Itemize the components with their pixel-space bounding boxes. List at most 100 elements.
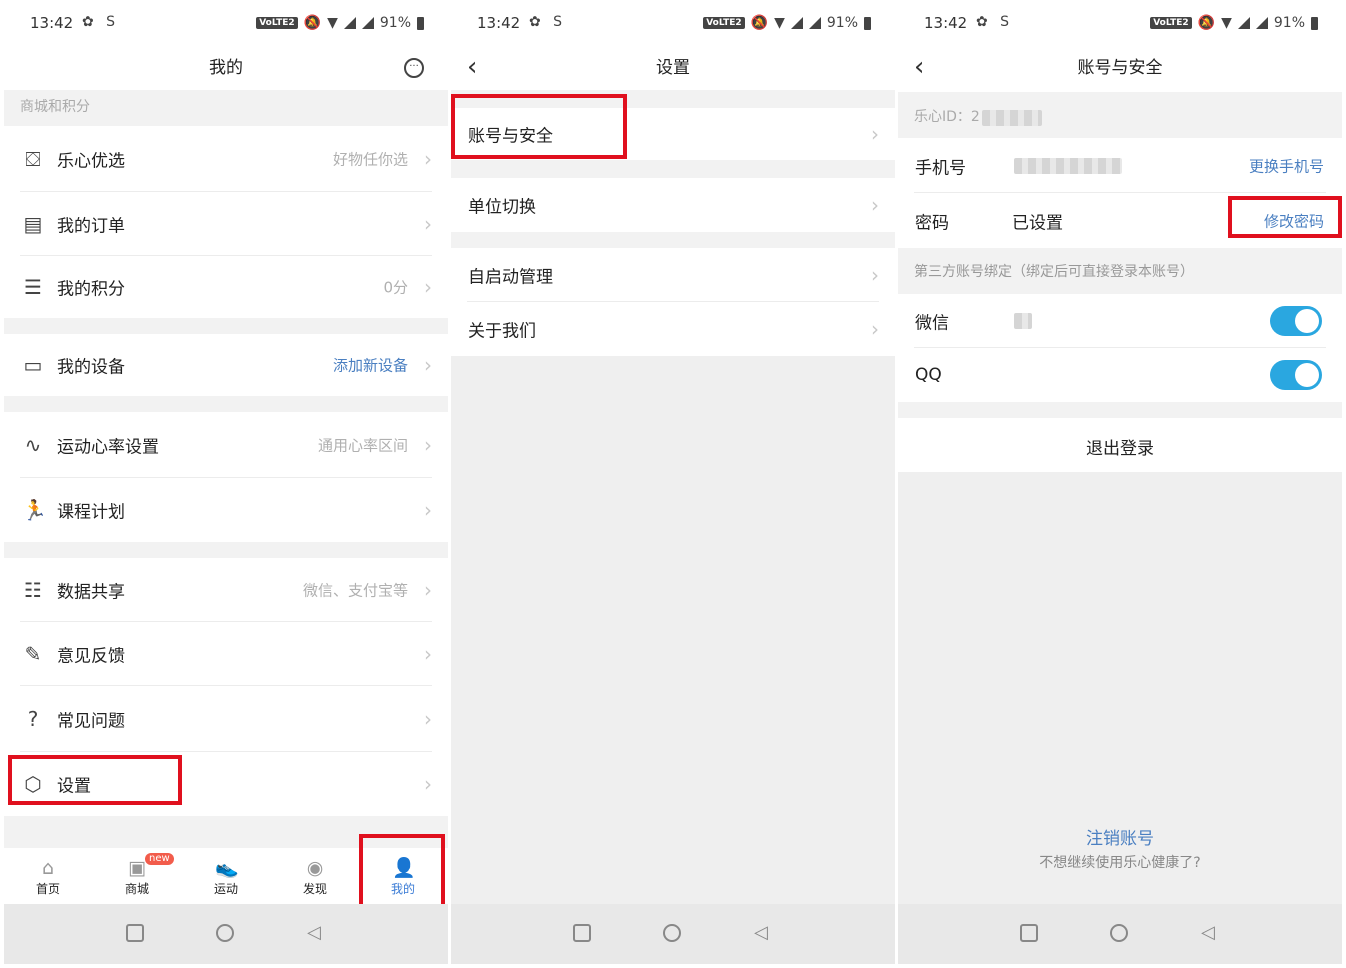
chevron-right-icon: › [424,353,432,377]
password-status: 已设置 [1012,213,1063,233]
section-label: 商城和积分 [20,99,90,115]
settings-item-label: 关于我们 [468,321,536,342]
device-icon: ▭ [23,353,43,377]
chevron-right-icon: › [871,122,879,146]
menu-item-label: 我的设备 [57,357,125,378]
chevron-right-icon: › [424,147,432,171]
mute-icon: 🔕 [303,15,322,31]
coins-icon: ☰ [24,275,42,299]
tab-sport[interactable]: 👟 运动 [182,848,270,904]
compass-icon: ◉ [306,857,324,879]
battery-icon [1311,16,1318,30]
menu-item-faq[interactable]: ? 常见问题 › [4,686,448,752]
menu-item-data-share[interactable]: ☷ 数据共享 微信、支付宝等 › [4,558,448,622]
settings-item-label: 自启动管理 [468,267,553,288]
menu-item-label: 意见反馈 [57,646,125,667]
recent-apps-button[interactable] [573,924,591,942]
home-button[interactable] [216,924,234,942]
cancel-account-link[interactable]: 注销账号 [898,824,1342,849]
page-title: 账号与安全 [1077,58,1163,78]
menu-item-hint: 微信、支付宝等 [302,581,408,600]
menu-item-label: 课程计划 [57,502,125,523]
chevron-right-icon: › [424,433,432,457]
message-icon[interactable]: ··· [404,58,424,78]
signal-icon [1237,17,1250,29]
chevron-right-icon: › [871,317,879,341]
highlight-settings [8,755,182,805]
settings-item-about[interactable]: 关于我们 › [451,302,895,356]
menu-item-lexin-select[interactable]: ⛋ 乐心优选 好物任你选 › [4,126,448,192]
wechat-toggle[interactable] [1270,306,1322,336]
third-party-label: 第三方账号绑定（绑定后可直接登录本账号） [914,264,1194,280]
status-right: VoLTE2 🔕 ▼ 91% [703,15,871,31]
status-right: VoLTE2 🔕 ▼ 91% [256,15,424,31]
page-title: 我的 [209,58,243,78]
recent-apps-button[interactable] [126,924,144,942]
notification-icons: ✿ S [529,14,567,30]
notification-icons: ✿ S [976,14,1014,30]
page-title: 设置 [656,58,690,78]
settings-item-autostart[interactable]: 自启动管理 › [451,248,895,302]
chevron-right-icon: › [424,212,432,236]
highlight-change-password [1228,196,1342,238]
menu-item-my-points[interactable]: ☰ 我的积分 0分 › [4,256,448,318]
status-bar: 13:42 ✿ S VoLTE2 🔕 ▼ 91% [4,0,448,48]
divider [4,318,448,334]
chevron-right-icon: › [424,772,432,796]
divider [898,402,1342,418]
chevron-right-icon: › [871,263,879,287]
status-time: 13:42 [30,14,74,32]
blurred-id [982,110,1042,126]
menu-item-label: 我的订单 [57,216,125,237]
divider [4,542,448,558]
tab-mall[interactable]: ▣ new 商城 [93,848,181,904]
menu-item-my-orders[interactable]: ▤ 我的订单 › [4,192,448,256]
wifi-icon: ▼ [1221,15,1232,31]
menu-item-hint: 好物任你选 [332,150,408,169]
change-phone-link[interactable]: 更换手机号 [1249,155,1324,176]
section-header: 商城和积分 [4,90,448,126]
screen-account-security: 13:42 ✿ S VoLTE2 🔕 ▼ 91% ‹ 账号与安全 乐心ID：2 … [898,0,1342,968]
home-button[interactable] [1110,924,1128,942]
wifi-icon: ▼ [327,15,338,31]
status-right: VoLTE2 🔕 ▼ 91% [1150,15,1318,31]
back-button[interactable]: ◁ [1201,924,1219,942]
add-device-link[interactable]: 添加新设备 [333,355,408,376]
menu-item-my-devices[interactable]: ▭ 我的设备 添加新设备 › [4,334,448,396]
recent-apps-button[interactable] [1020,924,1038,942]
home-button[interactable] [663,924,681,942]
system-nav-bar: ◁ [4,904,448,964]
back-button[interactable]: ◁ [307,924,325,942]
volte-icon: VoLTE2 [1150,17,1192,29]
logout-button[interactable]: 退出登录 [898,418,1342,472]
battery-text: 91% [1273,15,1305,31]
chevron-right-icon: › [424,707,432,731]
order-icon: ▤ [23,212,43,236]
password-label: 密码 [915,213,949,233]
highlight-account-security [451,94,627,159]
tab-home[interactable]: ⌂ 首页 [4,848,92,904]
menu-item-label: 数据共享 [57,582,125,603]
mute-icon: 🔕 [1197,15,1216,31]
signal-icon-2 [1255,17,1268,29]
wechat-row: 微信 [898,294,1342,348]
chevron-right-icon: › [424,642,432,666]
status-bar: 13:42 ✿ S VoLTE2 🔕 ▼ 91% [898,0,1342,48]
battery-icon [864,16,871,30]
empty-area [451,356,895,904]
battery-text: 91% [826,15,858,31]
menu-item-feedback[interactable]: ✎ 意见反馈 › [4,622,448,686]
menu-item-hint: 0分 [383,278,408,297]
settings-item-unit-switch[interactable]: 单位切换 › [451,178,895,232]
tab-discover[interactable]: ◉ 发现 [271,848,359,904]
blurred-phone [1014,158,1122,174]
menu-item-course-plan[interactable]: 🏃 课程计划 › [4,478,448,542]
blurred-wechat-name [1014,313,1032,329]
qq-toggle[interactable] [1270,360,1322,390]
battery-icon [417,16,424,30]
status-time: 13:42 [924,14,968,32]
screen-my-profile: 13:42 ✿ S VoLTE2 🔕 ▼ 91% 我的 ··· 商城和积分 ⛋ … [4,0,448,968]
back-button[interactable]: ◁ [754,924,772,942]
signal-icon [790,17,803,29]
menu-item-heart-rate[interactable]: ∿ 运动心率设置 通用心率区间 › [4,412,448,478]
